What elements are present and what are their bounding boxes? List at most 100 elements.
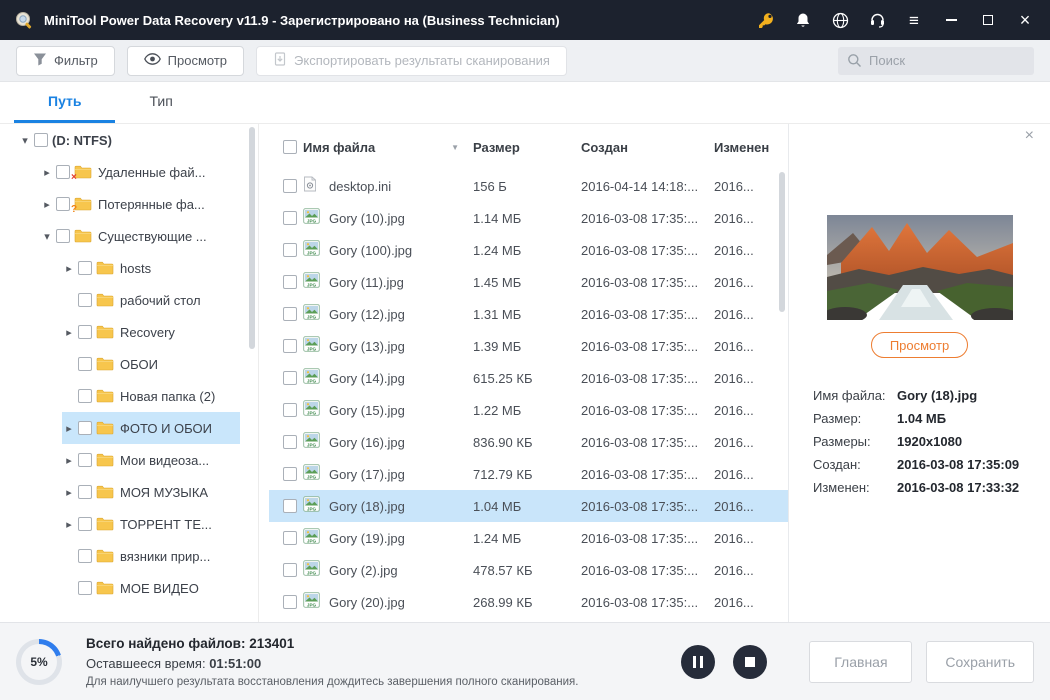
- tree-item[interactable]: ▸ hosts: [62, 252, 240, 284]
- tree-checkbox[interactable]: [78, 581, 92, 595]
- expander-icon[interactable]: ▸: [62, 454, 76, 467]
- row-checkbox[interactable]: [283, 499, 297, 513]
- row-checkbox[interactable]: [283, 595, 297, 609]
- search-input[interactable]: [838, 46, 1034, 75]
- tree-item[interactable]: ▸ Мои видеоза...: [62, 444, 240, 476]
- tree-item[interactable]: ▸ ФОТО И ОБОИ: [62, 412, 240, 444]
- file-name: Gory (15).jpg: [329, 402, 405, 418]
- tree-item[interactable]: ▸ × Удаленные фай...: [40, 156, 240, 188]
- table-row[interactable]: JPG Gory (17).jpg 712.79 КБ 2016-03-08 1…: [269, 458, 788, 490]
- row-checkbox[interactable]: [283, 467, 297, 481]
- tree-item[interactable]: ▸ Recovery: [62, 316, 240, 348]
- tree-checkbox[interactable]: [78, 549, 92, 563]
- row-checkbox[interactable]: [283, 403, 297, 417]
- tree-item[interactable]: рабочий стол: [62, 284, 240, 316]
- tree-checkbox[interactable]: [78, 453, 92, 467]
- table-scrollbar[interactable]: [779, 172, 785, 312]
- table-row[interactable]: JPG Gory (100).jpg 1.24 МБ 2016-03-08 17…: [269, 234, 788, 266]
- globe-icon[interactable]: [829, 9, 851, 31]
- file-size: 712.79 КБ: [473, 466, 533, 482]
- table-row[interactable]: JPG Gory (15).jpg 1.22 МБ 2016-03-08 17:…: [269, 394, 788, 426]
- expander-icon[interactable]: ▸: [62, 422, 76, 435]
- headset-icon[interactable]: [866, 9, 888, 31]
- table-row[interactable]: JPG Gory (16).jpg 836.90 КБ 2016-03-08 1…: [269, 426, 788, 458]
- tree-item[interactable]: ▸ МОЯ МУЗЫКА: [62, 476, 240, 508]
- row-checkbox[interactable]: [283, 307, 297, 321]
- tree-item[interactable]: МОЕ ВИДЕО: [62, 572, 240, 604]
- table-row[interactable]: JPG Gory (11).jpg 1.45 МБ 2016-03-08 17:…: [269, 266, 788, 298]
- close-button[interactable]: ×: [1014, 9, 1036, 31]
- table-row[interactable]: JPG Gory (19).jpg 1.24 МБ 2016-03-08 17:…: [269, 522, 788, 554]
- row-checkbox[interactable]: [283, 243, 297, 257]
- table-row[interactable]: JPG Gory (10).jpg 1.14 МБ 2016-03-08 17:…: [269, 202, 788, 234]
- tree-checkbox[interactable]: [78, 325, 92, 339]
- minimize-button[interactable]: [940, 9, 962, 31]
- row-checkbox[interactable]: [283, 531, 297, 545]
- table-row[interactable]: JPG Gory (18).jpg 1.04 МБ 2016-03-08 17:…: [269, 490, 788, 522]
- row-checkbox[interactable]: [283, 371, 297, 385]
- tree-scrollbar[interactable]: [249, 127, 255, 349]
- open-preview-button[interactable]: Просмотр: [870, 332, 969, 358]
- tree-checkbox[interactable]: [78, 389, 92, 403]
- expander-icon[interactable]: ▸: [62, 326, 76, 339]
- stop-button[interactable]: [733, 644, 768, 679]
- pause-button[interactable]: [681, 644, 716, 679]
- detail-value: 2016-03-08 17:33:32: [897, 480, 1020, 495]
- tree-checkbox[interactable]: [78, 261, 92, 275]
- license-key-icon[interactable]: [755, 9, 777, 31]
- column-header-modified[interactable]: Изменен: [714, 140, 788, 155]
- expander-icon[interactable]: ▾: [18, 134, 32, 147]
- table-row[interactable]: JPG Gory (13).jpg 1.39 МБ 2016-03-08 17:…: [269, 330, 788, 362]
- tree-item[interactable]: Новая папка (2): [62, 380, 240, 412]
- table-row[interactable]: JPG Gory (20).jpg 268.99 КБ 2016-03-08 1…: [269, 586, 788, 618]
- tree-checkbox[interactable]: [78, 357, 92, 371]
- expander-icon[interactable]: ▸: [62, 262, 76, 275]
- tree-item[interactable]: ▾ Существующие ...: [40, 220, 240, 252]
- table-row[interactable]: JPG Gory (14).jpg 615.25 КБ 2016-03-08 1…: [269, 362, 788, 394]
- menu-icon[interactable]: ≡: [903, 9, 925, 31]
- filter-button[interactable]: Фильтр: [16, 45, 115, 76]
- table-row[interactable]: JPG Gory (12).jpg 1.31 МБ 2016-03-08 17:…: [269, 298, 788, 330]
- tree-checkbox[interactable]: [56, 165, 70, 179]
- tab-path[interactable]: Путь: [14, 82, 116, 123]
- preview-close-icon[interactable]: ×: [1025, 128, 1034, 144]
- table-row[interactable]: JPG desktop.ini 156 Б 2016-04-14 14:18:.…: [269, 170, 788, 202]
- row-checkbox[interactable]: [283, 563, 297, 577]
- maximize-button[interactable]: [977, 9, 999, 31]
- expander-icon[interactable]: ▸: [62, 486, 76, 499]
- tree-checkbox[interactable]: [34, 133, 48, 147]
- column-header-name[interactable]: Имя файла ▼: [303, 140, 473, 155]
- expander-icon[interactable]: ▸: [62, 518, 76, 531]
- expander-icon[interactable]: ▸: [40, 166, 54, 179]
- expander-icon[interactable]: ▾: [40, 230, 54, 243]
- tree-checkbox[interactable]: [56, 229, 70, 243]
- tree-checkbox[interactable]: [78, 485, 92, 499]
- tree-checkbox[interactable]: [78, 421, 92, 435]
- export-results-button[interactable]: Экспортировать результаты сканирования: [256, 45, 567, 76]
- select-all-checkbox[interactable]: [283, 140, 297, 154]
- tree-item[interactable]: ▾ (D: NTFS): [18, 124, 240, 156]
- column-header-size[interactable]: Размер: [473, 140, 581, 155]
- row-checkbox[interactable]: [283, 339, 297, 353]
- save-button[interactable]: Сохранить: [926, 640, 1034, 683]
- tree-checkbox[interactable]: [56, 197, 70, 211]
- tree-checkbox[interactable]: [78, 517, 92, 531]
- preview-toggle-button[interactable]: Просмотр: [126, 45, 245, 76]
- row-checkbox[interactable]: [283, 179, 297, 193]
- tree-item[interactable]: ОБОИ: [62, 348, 240, 380]
- tree-checkbox[interactable]: [78, 293, 92, 307]
- tree-item[interactable]: вязники прир...: [62, 540, 240, 572]
- row-checkbox[interactable]: [283, 435, 297, 449]
- row-checkbox[interactable]: [283, 211, 297, 225]
- row-checkbox[interactable]: [283, 275, 297, 289]
- table-row[interactable]: JPG Gory (2).jpg 478.57 КБ 2016-03-08 17…: [269, 554, 788, 586]
- home-button[interactable]: Главная: [809, 640, 913, 683]
- file-name: Gory (14).jpg: [329, 370, 405, 386]
- expander-icon[interactable]: ▸: [40, 198, 54, 211]
- tree-item[interactable]: ▸ ТОРРЕНТ ТЕ...: [62, 508, 240, 540]
- column-header-created[interactable]: Создан: [581, 140, 714, 155]
- tab-type[interactable]: Тип: [115, 82, 206, 123]
- tree-item[interactable]: ▸ ? Потерянные фа...: [40, 188, 240, 220]
- bell-icon[interactable]: [792, 9, 814, 31]
- sort-icon[interactable]: ▼: [451, 143, 459, 152]
